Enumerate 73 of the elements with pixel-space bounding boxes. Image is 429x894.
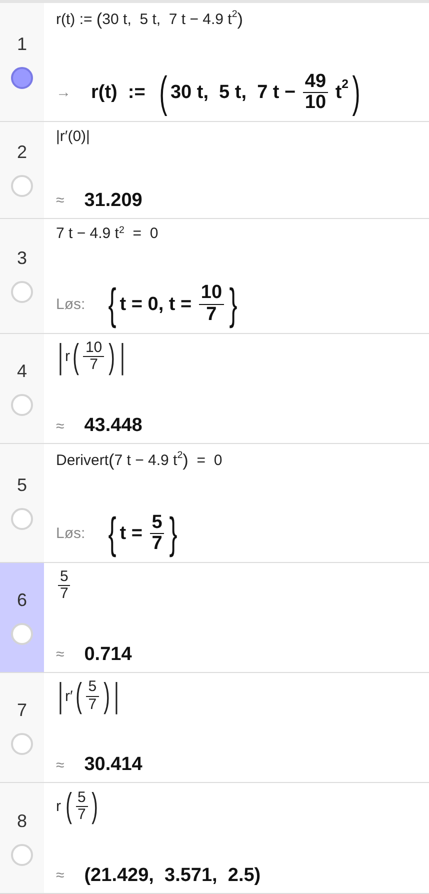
fraction: 10 7 [82,340,106,374]
fraction: 5 7 [85,678,100,714]
math-text: 7 t − 4.9 t [114,451,178,472]
visibility-toggle[interactable] [11,67,33,90]
math-text: 43.448 [84,415,142,438]
math-text: t [334,80,342,105]
output-prefix: ≈ [56,756,64,776]
row-number: 3 [16,248,27,270]
row-number: 5 [16,475,27,496]
exponent: 2 [232,9,238,20]
output-prefix: ≈ [56,416,64,437]
bracket: ) [108,340,116,374]
bracket: ( [108,450,114,472]
math-text: 0.714 [84,644,132,666]
bracket: ) [103,678,110,714]
math-text: Derivert [56,451,109,472]
fraction: 10 7 [198,282,226,327]
math-text: 30 t, 5 t, 7 t − [170,80,297,105]
math-text: (21.429, 3.571, 2.5) [84,864,261,887]
math-text: 30 t, 5 t, 7 t − 4.9 t [102,10,232,30]
math-text: 7 t − 4.9 t [56,224,119,242]
math-text: |r′(0)| [56,128,90,145]
row-header[interactable]: 4 [0,334,44,444]
row-header[interactable]: 5 [0,444,44,562]
bracket: } [170,512,178,556]
bracket: | [114,678,120,714]
bracket: ( [96,9,102,30]
bracket: | [58,678,63,714]
exponent: 2 [342,76,349,94]
fraction: 49 10 [302,71,330,115]
row-number: 4 [16,360,27,382]
output-prefix: → [56,83,71,104]
bracket: | [58,340,63,374]
bracket: } [229,282,238,327]
math-text: r(t) := [56,10,94,30]
bracket: ( [159,71,168,115]
row-number: 2 [16,142,27,164]
output-prefix: Løs: [56,524,86,544]
row-header[interactable]: 7 [0,672,44,782]
fraction: 5 7 [148,512,166,556]
output-prefix: ≈ [56,866,64,886]
bracket: ( [72,340,79,374]
row-header[interactable]: 3 [0,218,44,333]
math-text: r′ [64,686,73,707]
row-number: 8 [16,810,27,832]
output-prefix: Løs: [56,295,86,316]
bracket: ) [182,450,188,472]
row-number: 7 [16,700,27,722]
bracket: | [120,340,125,374]
output-prefix: ≈ [56,645,64,666]
bracket: { [108,512,116,556]
row-header[interactable]: 6 [0,562,44,672]
row-number: 1 [16,34,27,56]
fraction: 5 7 [57,568,72,603]
row-header[interactable]: 8 [0,783,44,893]
bracket: ( [75,678,82,714]
math-text: t = [120,522,144,546]
bracket: ) [352,71,360,115]
math-text: 30.414 [84,754,142,776]
math-text: t = 0, t = [120,292,193,317]
math-text: = 0 [196,451,222,472]
exponent: 2 [177,450,183,462]
bracket: { [108,282,116,327]
math-text: 31.209 [84,190,142,212]
row-header[interactable]: 2 [0,122,44,218]
row-header[interactable]: 1 [0,3,44,121]
bracket: ) [237,9,244,30]
math-text: r(t) := [91,80,146,105]
output-prefix: ≈ [56,191,64,212]
exponent: 2 [118,224,124,236]
math-text: r [64,347,70,368]
math-text: = 0 [132,224,158,242]
row-number: 6 [16,590,27,611]
